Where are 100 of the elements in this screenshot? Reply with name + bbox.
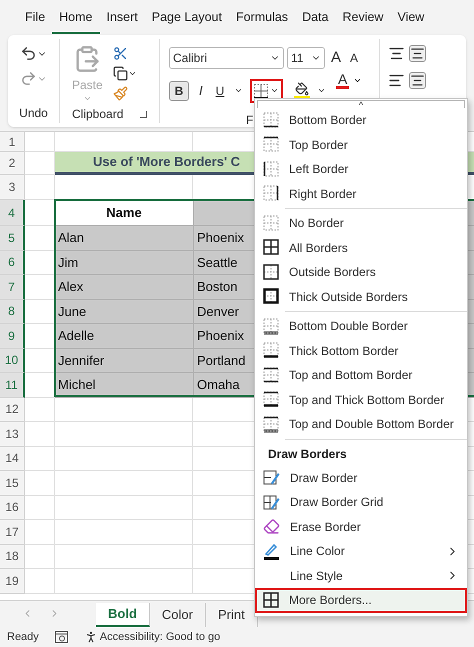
status-text: Ready bbox=[7, 630, 39, 645]
row-number[interactable]: 2 bbox=[0, 152, 25, 175]
menu-item[interactable]: Line Style bbox=[255, 564, 467, 588]
row-number[interactable]: 19 bbox=[0, 569, 25, 594]
table-cell: Michel bbox=[55, 373, 193, 398]
table-cell: Alan bbox=[55, 226, 193, 250]
menu-item[interactable]: Line Color bbox=[255, 539, 467, 564]
shrink-font-button[interactable]: A bbox=[347, 49, 362, 68]
grid-cell bbox=[25, 398, 55, 422]
menu-item[interactable]: Bottom Double Border bbox=[255, 314, 467, 338]
macro-record-icon[interactable] bbox=[54, 631, 68, 643]
caret-icon[interactable] bbox=[128, 69, 137, 78]
menu-item[interactable]: Thick Outside Borders bbox=[255, 284, 467, 309]
grow-font-button[interactable]: A bbox=[328, 47, 344, 70]
grid-cell bbox=[25, 175, 55, 200]
menu-item[interactable]: Thick Bottom Border bbox=[255, 338, 467, 363]
menu-item[interactable]: Outside Borders bbox=[255, 260, 467, 284]
sheet-tab[interactable]: Bold bbox=[96, 603, 150, 627]
undo-icon[interactable] bbox=[20, 45, 37, 62]
menu-item[interactable]: No Border bbox=[255, 211, 467, 236]
row-number[interactable]: 8 bbox=[0, 300, 25, 324]
row-number[interactable]: 14 bbox=[0, 446, 25, 471]
row-number[interactable]: 17 bbox=[0, 520, 25, 544]
ribbon-tab[interactable]: Review bbox=[335, 8, 390, 34]
row-number[interactable]: 7 bbox=[0, 275, 25, 300]
grid-cell bbox=[25, 471, 55, 496]
copy-icon[interactable] bbox=[112, 66, 128, 81]
font-name-field[interactable]: Calibri bbox=[169, 47, 284, 70]
row-number[interactable]: 18 bbox=[0, 544, 25, 569]
align-middle-icon[interactable] bbox=[409, 45, 426, 62]
border-icon bbox=[263, 416, 279, 433]
row-number[interactable]: 4 bbox=[0, 200, 25, 226]
italic-button[interactable]: I bbox=[196, 80, 206, 100]
border-icon bbox=[263, 112, 279, 129]
row-number[interactable]: 13 bbox=[0, 422, 25, 446]
eraser-icon bbox=[263, 518, 280, 536]
dialog-launcher-icon[interactable] bbox=[140, 110, 147, 118]
ribbon-tab[interactable]: Data bbox=[295, 8, 336, 34]
menu-item[interactable]: More Borders... bbox=[255, 588, 467, 612]
menu-item[interactable]: Top and Bottom Border bbox=[255, 363, 467, 388]
menu-item[interactable]: All Borders bbox=[255, 236, 467, 260]
ribbon-tab[interactable]: File bbox=[18, 8, 52, 34]
redo-icon[interactable] bbox=[20, 70, 37, 87]
border-icon bbox=[263, 185, 279, 202]
row-number[interactable]: 9 bbox=[0, 324, 25, 348]
caret-icon[interactable] bbox=[234, 86, 244, 95]
table-cell: June bbox=[55, 300, 193, 324]
menu-item[interactable]: Left Border bbox=[255, 157, 467, 182]
underline-button[interactable]: U bbox=[212, 82, 228, 100]
align-center-icon[interactable] bbox=[409, 72, 426, 89]
menu-section-header: Draw Borders bbox=[268, 446, 347, 462]
menu-item[interactable]: Draw Border bbox=[255, 466, 467, 490]
caret-icon[interactable] bbox=[317, 86, 326, 95]
bold-button[interactable]: B bbox=[169, 80, 189, 100]
menu-item[interactable]: Draw Border Grid bbox=[255, 490, 467, 514]
menu-item[interactable]: Top and Thick Bottom Border bbox=[255, 388, 467, 412]
row-number[interactable]: 10 bbox=[0, 348, 25, 373]
align-top-icon[interactable] bbox=[388, 45, 405, 62]
row-number[interactable]: 11 bbox=[0, 373, 25, 398]
row-number[interactable]: 15 bbox=[0, 471, 25, 496]
format-painter-icon[interactable] bbox=[112, 86, 128, 101]
pencil-border-icon bbox=[263, 469, 280, 486]
menu-item[interactable]: Bottom Border bbox=[255, 108, 467, 132]
border-icon bbox=[263, 342, 279, 360]
ribbon-tab[interactable]: View bbox=[390, 8, 432, 34]
row-number[interactable]: 12 bbox=[0, 398, 25, 422]
ribbon-tab[interactable]: Page Layout bbox=[144, 8, 229, 34]
grid-cell bbox=[25, 496, 55, 520]
border-icon bbox=[263, 391, 279, 408]
menu-item[interactable]: Erase Border bbox=[255, 514, 467, 539]
line-color-icon bbox=[263, 542, 280, 560]
border-icon bbox=[263, 592, 279, 609]
fill-color-icon[interactable] bbox=[295, 82, 310, 96]
menu-item[interactable]: Top and Double Bottom Border bbox=[255, 412, 467, 436]
font-color-button[interactable]: A bbox=[336, 72, 350, 89]
border-icon bbox=[263, 136, 279, 154]
accessibility-status[interactable]: Accessibility: Good to go bbox=[100, 628, 220, 646]
grid-cell bbox=[25, 422, 55, 446]
ribbon-tab[interactable]: Formulas bbox=[228, 8, 296, 34]
grid-cell bbox=[25, 446, 55, 471]
menu-item[interactable]: Top Border bbox=[255, 132, 467, 157]
row-number[interactable]: 6 bbox=[0, 250, 25, 275]
table-cell: Jennifer bbox=[55, 348, 193, 373]
align-left-icon[interactable] bbox=[388, 72, 405, 89]
row-number[interactable]: 1 bbox=[0, 132, 25, 152]
row-number[interactable]: 5 bbox=[0, 226, 25, 250]
table-cell: Alex bbox=[55, 275, 193, 300]
cut-icon[interactable] bbox=[112, 46, 128, 61]
title-text: Use of 'More Borders' C bbox=[93, 153, 240, 172]
border-icon bbox=[263, 318, 279, 335]
border-icon bbox=[263, 160, 279, 178]
border-icon bbox=[263, 288, 279, 306]
pencil-border-icon bbox=[263, 494, 280, 511]
caret-icon[interactable] bbox=[353, 76, 362, 85]
menu-item[interactable]: Right Border bbox=[255, 182, 467, 206]
ribbon-tab[interactable]: Insert bbox=[100, 8, 145, 34]
border-icon bbox=[263, 214, 279, 232]
row-number[interactable]: 3 bbox=[0, 175, 25, 200]
font-size-field[interactable]: 11 bbox=[287, 47, 325, 70]
row-number[interactable]: 16 bbox=[0, 496, 25, 520]
